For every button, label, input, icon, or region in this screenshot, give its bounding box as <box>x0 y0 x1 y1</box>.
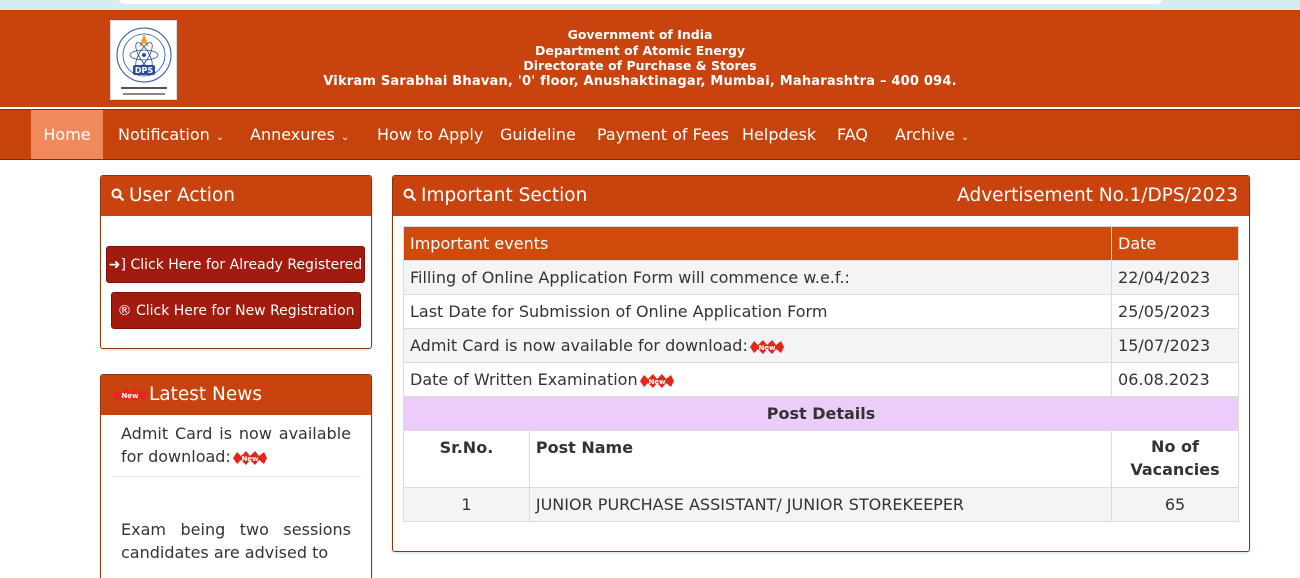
news-item-text: Exam being two sessions candidates are a… <box>121 520 351 562</box>
col-vacancies: No of Vacancies <box>1111 430 1239 488</box>
event-cell: Filling of Online Application Form will … <box>402 260 1113 295</box>
nav-payment-label: Payment of Fees <box>597 125 729 144</box>
important-events-table: Important events Date Filling of Online … <box>402 226 1239 522</box>
top-strip-pill <box>118 0 1163 4</box>
nav-guideline-label: Guideline <box>500 125 576 144</box>
user-action-header: User Action <box>101 176 371 216</box>
chevron-down-icon: ⌄ <box>960 132 970 143</box>
event-text: Admit Card is now available for download… <box>410 336 748 355</box>
registered-icon: ® <box>117 303 132 319</box>
event-text: Date of Written Examination <box>410 370 638 389</box>
sign-in-icon: ➜] <box>108 257 126 273</box>
badge-text: New <box>121 392 139 400</box>
post-name-cell: JUNIOR PURCHASE ASSISTANT/ JUNIOR STOREK… <box>528 487 1113 522</box>
main-navbar: Home Notification ⌄ Annexures ⌄ How to App… <box>0 109 1300 160</box>
col-date: Date <box>1111 226 1239 261</box>
post-columns-row: Sr.No. Post Name No of Vacancies <box>403 430 1239 488</box>
nav-payment-of-fees[interactable]: Payment of Fees <box>582 110 744 159</box>
new-badge-icon: New <box>232 450 267 465</box>
search-icon <box>403 188 417 202</box>
search-icon <box>111 188 125 202</box>
date-cell: 06.08.2023 <box>1111 362 1239 397</box>
header-govt: Government of India <box>567 27 713 42</box>
table-row: Last Date for Submission of Online Appli… <box>402 294 1239 329</box>
nav-how-to-apply[interactable]: How to Apply <box>362 110 498 159</box>
important-section-panel: Important Section Advertisement No.1/DPS… <box>392 175 1250 552</box>
table-row: Date of Written Examination New 06.08.202… <box>402 362 1239 397</box>
logo-text: DPS <box>135 66 154 75</box>
table-row: Filling of Online Application Form will … <box>402 260 1239 295</box>
header-address: Vikram Sarabhai Bhavan, '0' floor, Anush… <box>323 73 957 89</box>
date-cell: 15/07/2023 <box>1111 328 1239 363</box>
event-cell: Last Date for Submission of Online Appli… <box>402 294 1113 329</box>
nav-annexures[interactable]: Annexures ⌄ <box>235 110 364 159</box>
table-row[interactable]: Admit Card is now available for download… <box>402 328 1239 363</box>
chevron-down-icon: ⌄ <box>215 132 225 143</box>
badge-text: New <box>758 344 776 352</box>
nav-notification[interactable]: Notification ⌄ <box>103 110 239 159</box>
latest-news-title: Latest News <box>149 384 263 405</box>
latest-news-panel: New Latest News Admit Card is now availab… <box>100 374 372 578</box>
new-badge-icon: New <box>113 388 147 402</box>
date-cell: 22/04/2023 <box>1111 260 1239 295</box>
site-header: DPS Government of India Department of At… <box>0 10 1300 107</box>
nav-how-to-apply-label: How to Apply <box>377 125 484 144</box>
nav-notification-label: Notification <box>118 125 210 144</box>
post-vacancies-cell: 65 <box>1111 487 1239 522</box>
nav-annexures-label: Annexures <box>250 125 335 144</box>
already-registered-button[interactable]: ➜] Click Here for Already Registered <box>106 246 365 283</box>
col-sr-no: Sr.No. <box>403 430 530 488</box>
nav-helpdesk[interactable]: Helpdesk <box>727 110 831 159</box>
col-important-events: Important events <box>402 226 1113 261</box>
new-registration-button[interactable]: ® Click Here for New Registration <box>111 292 361 329</box>
browser-top-strip <box>0 0 1300 10</box>
already-registered-label: Click Here for Already Registered <box>130 257 363 273</box>
date-cell: 25/05/2023 <box>1111 294 1239 329</box>
nav-helpdesk-label: Helpdesk <box>742 125 817 144</box>
nav-archive[interactable]: Archive ⌄ <box>880 110 984 159</box>
nav-guideline[interactable]: Guideline <box>485 110 591 159</box>
post-details-title: Post Details <box>403 396 1239 431</box>
latest-news-header: New Latest News <box>101 375 371 415</box>
chevron-down-icon: ⌄ <box>340 132 350 143</box>
nav-home[interactable]: Home <box>31 110 103 159</box>
new-badge-icon: New <box>639 373 674 388</box>
advertisement-number: Advertisement No.1/DPS/2023 <box>957 185 1238 206</box>
news-item[interactable]: Admit Card is now available for download… <box>101 422 371 468</box>
post-details-header-row: Post Details <box>403 396 1239 431</box>
event-cell: Date of Written Examination New <box>402 362 1113 397</box>
event-cell[interactable]: Admit Card is now available for download… <box>402 328 1113 363</box>
nav-archive-label: Archive <box>895 125 955 144</box>
new-badge-icon: New <box>749 339 784 354</box>
user-action-title: User Action <box>129 185 235 206</box>
col-post-name: Post Name <box>528 430 1113 488</box>
important-section-title: Important Section <box>421 185 588 206</box>
dps-logo: DPS <box>110 20 177 100</box>
new-registration-label: Click Here for New Registration <box>135 303 355 319</box>
header-department: Department of Atomic Energy <box>535 42 745 58</box>
news-divider <box>111 476 361 477</box>
nav-faq[interactable]: FAQ <box>822 110 883 159</box>
badge-text: New <box>648 378 666 386</box>
table-header-row: Important events Date <box>402 226 1239 261</box>
table-row: 1 JUNIOR PURCHASE ASSISTANT/ JUNIOR STOR… <box>403 487 1239 522</box>
header-directorate: Directorate of Purchase & Stores <box>523 58 757 73</box>
news-item[interactable]: Exam being two sessions candidates are a… <box>101 518 371 564</box>
important-section-header: Important Section Advertisement No.1/DPS… <box>393 176 1249 216</box>
nav-home-label: Home <box>43 125 91 144</box>
nav-faq-label: FAQ <box>837 125 868 144</box>
user-action-panel: User Action ➜] Click Here for Already Re… <box>100 175 372 349</box>
header-text-block: Government of India Department of Atomic… <box>300 27 980 89</box>
post-sr-cell: 1 <box>403 487 530 522</box>
badge-text: New <box>241 455 259 463</box>
